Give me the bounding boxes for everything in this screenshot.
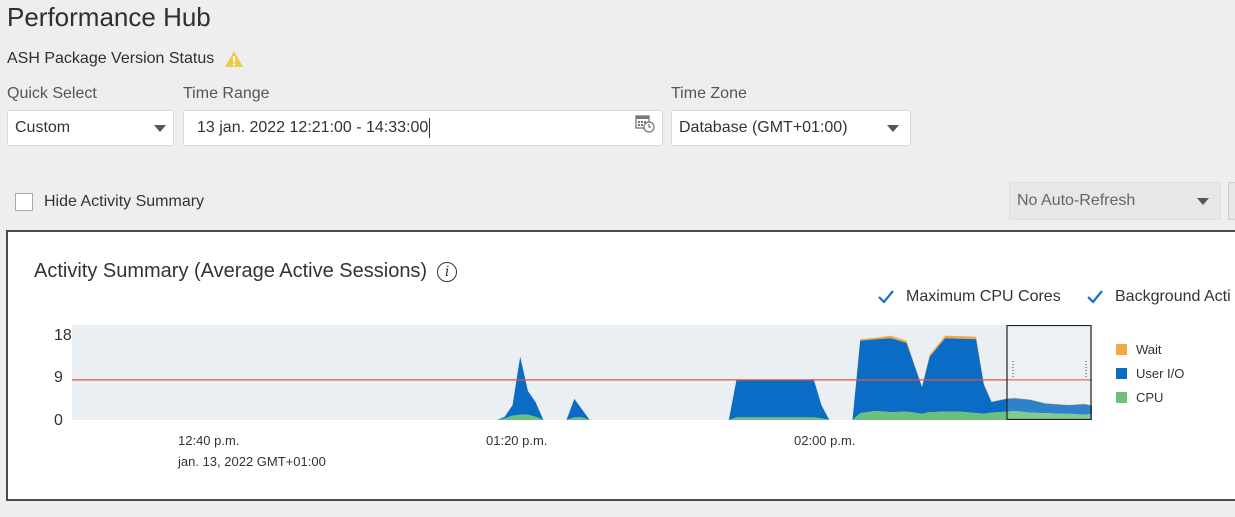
activity-chart[interactable] (72, 325, 1092, 420)
background-activity-label: Background Acti (1115, 288, 1231, 305)
check-icon[interactable] (877, 288, 895, 306)
time-range-input[interactable]: 13 jan. 2022 12:21:00 - 14:33:00 (183, 110, 663, 146)
legend-label: User I/O (1136, 366, 1185, 381)
x-tick: 12:40 p.m. (178, 433, 240, 448)
dropdown-caret-icon (887, 124, 899, 132)
time-zone-value: Database (GMT+01:00) (679, 119, 848, 136)
selection-drag-handle (1085, 364, 1087, 365)
y-tick: 18 (54, 327, 72, 344)
max-cpu-cores-label: Maximum CPU Cores (906, 288, 1061, 305)
selection-drag-handle (1085, 370, 1087, 371)
y-tick: 9 (54, 369, 63, 386)
check-icon[interactable] (1086, 288, 1104, 306)
text-cursor (429, 118, 431, 138)
ash-status[interactable]: ASH Package Version Status (7, 50, 244, 68)
selection-drag-handle (1085, 373, 1087, 374)
x-tick-sub: jan. 13, 2022 GMT+01:00 (178, 454, 326, 469)
legend-swatch (1116, 344, 1127, 355)
warning-icon[interactable] (224, 50, 244, 68)
x-tick: 02:00 p.m. (794, 433, 856, 448)
legend-swatch (1116, 392, 1127, 403)
selection-drag-handle (1012, 373, 1014, 374)
x-tick: 01:20 p.m. (486, 433, 548, 448)
quick-select-label: Quick Select (7, 85, 97, 102)
max-cpu-cores-option[interactable]: Maximum CPU Cores (877, 288, 1061, 306)
selection-drag-handle (1012, 364, 1014, 365)
refresh-button[interactable] (1228, 182, 1235, 220)
time-range-label: Time Range (183, 85, 270, 102)
legend-item-user-io[interactable]: User I/O (1116, 366, 1184, 381)
auto-refresh-value: No Auto-Refresh (1017, 192, 1136, 209)
legend-item-wait[interactable]: Wait (1116, 342, 1162, 357)
selection-drag-handle (1085, 367, 1087, 368)
y-tick: 0 (54, 412, 63, 429)
quick-select-dropdown[interactable]: Custom (7, 110, 174, 146)
legend-label: CPU (1136, 390, 1164, 405)
quick-select-value: Custom (15, 119, 71, 136)
ash-status-label: ASH Package Version Status (7, 50, 215, 67)
activity-summary-panel: Activity Summary (Average Active Session… (6, 230, 1235, 501)
selection-drag-handle (1012, 361, 1014, 362)
legend-item-cpu[interactable]: CPU (1116, 390, 1163, 405)
selection-drag-handle (1012, 376, 1014, 377)
activity-summary-heading: Activity Summary (Average Active Session… (34, 260, 458, 283)
selection-drag-handle (1012, 367, 1014, 368)
background-activity-option[interactable]: Background Acti (1086, 288, 1231, 306)
calendar-clock-icon[interactable] (635, 113, 655, 133)
auto-refresh-dropdown[interactable]: No Auto-Refresh (1009, 182, 1221, 220)
hide-activity-label: Hide Activity Summary (44, 193, 205, 210)
legend-swatch (1116, 368, 1127, 379)
selection-drag-handle (1085, 361, 1087, 362)
time-range-value: 13 jan. 2022 12:21:00 - 14:33:00 (197, 119, 429, 136)
page-title: Performance Hub (7, 2, 211, 32)
time-zone-label: Time Zone (671, 85, 747, 102)
time-selection-window (1006, 325, 1092, 420)
activity-summary-title: Activity Summary (Average Active Session… (34, 260, 428, 282)
time-zone-dropdown[interactable]: Database (GMT+01:00) (671, 110, 911, 146)
legend-label: Wait (1136, 342, 1162, 357)
info-icon[interactable]: i (437, 261, 458, 282)
dropdown-caret-icon (1197, 197, 1209, 205)
selection-drag-handle (1085, 376, 1087, 377)
dropdown-caret-icon (154, 124, 166, 132)
hide-activity-checkbox[interactable] (15, 193, 33, 211)
hide-activity-summary-option[interactable]: Hide Activity Summary (15, 193, 204, 211)
selection-drag-handle (1012, 370, 1014, 371)
